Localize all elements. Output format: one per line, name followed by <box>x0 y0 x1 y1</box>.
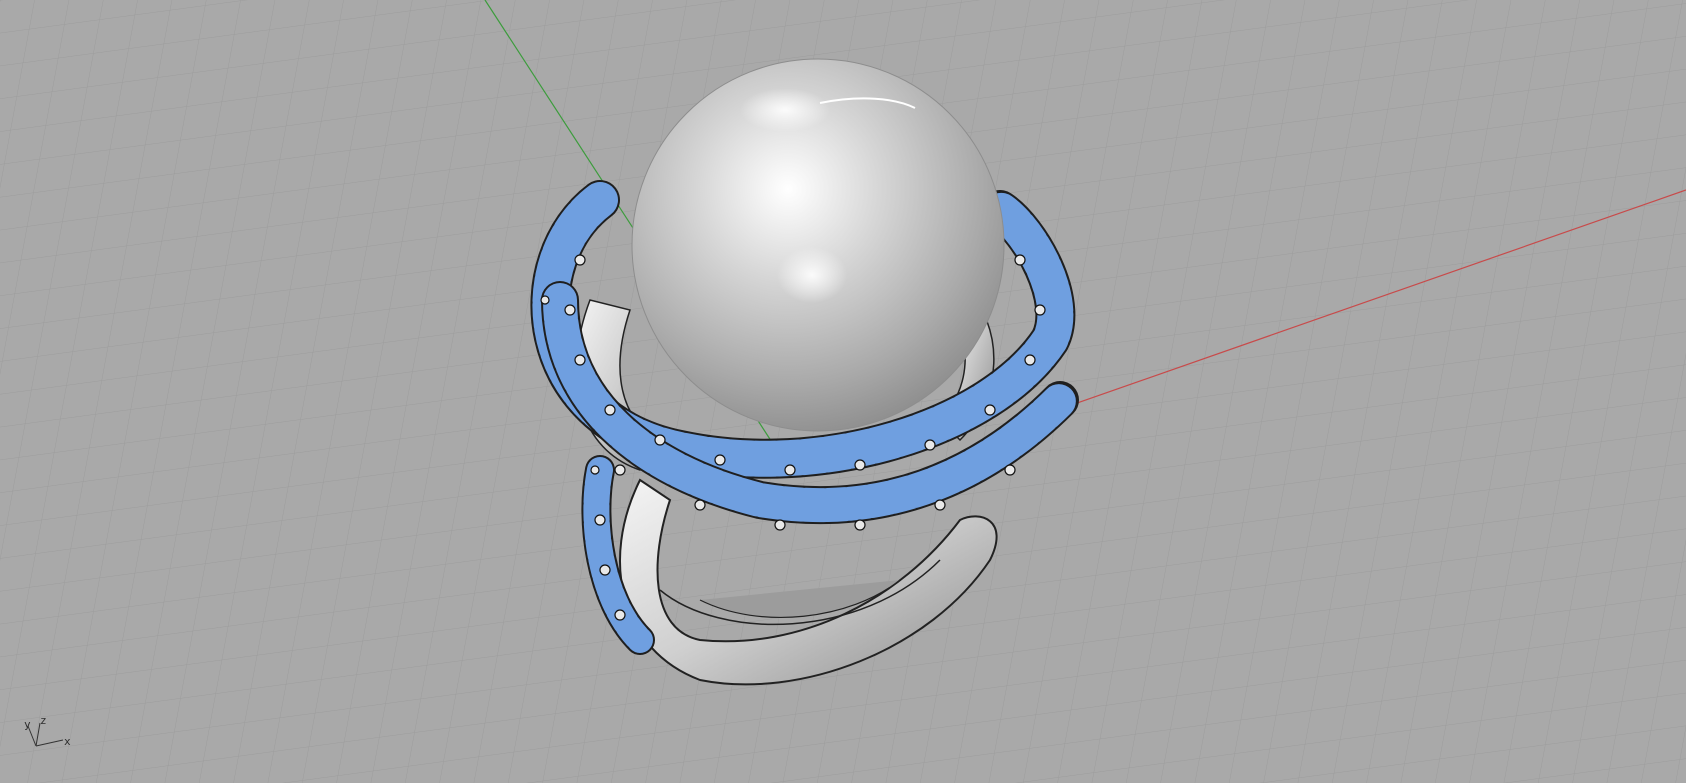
perspective-scene[interactable] <box>0 0 1686 783</box>
axis-widget-x-label: x <box>64 735 71 748</box>
axis-widget-y-label: y <box>24 718 31 731</box>
pearl-sphere[interactable] <box>631 58 1005 432</box>
axis-widget-z-label: z <box>40 714 47 727</box>
axis-widget: y z x <box>18 714 88 758</box>
3d-viewport[interactable]: y z x <box>0 0 1686 783</box>
